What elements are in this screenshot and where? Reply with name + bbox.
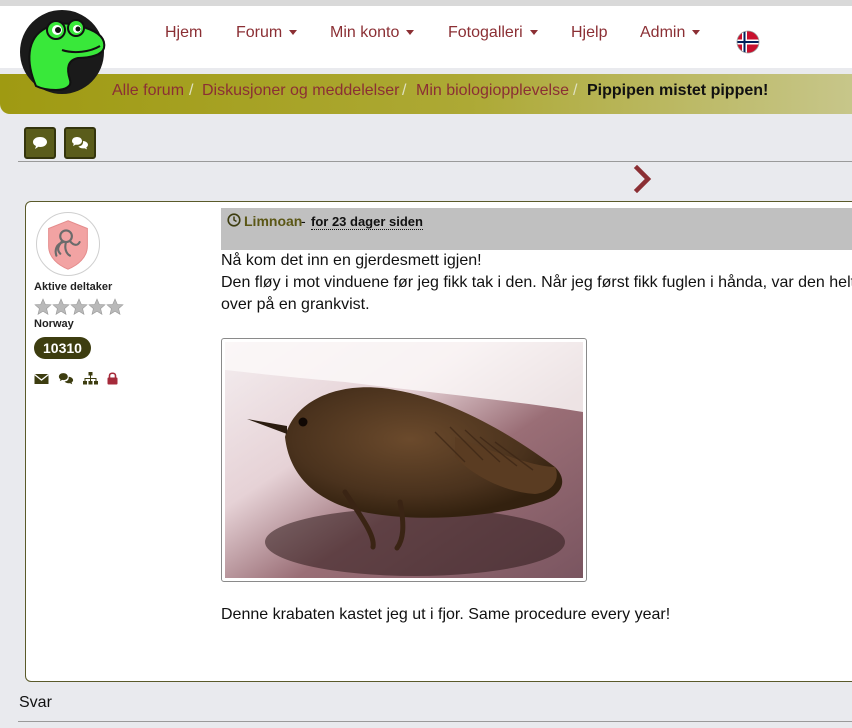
nav-photo-gallery-label: Fotogalleri xyxy=(448,24,523,41)
norway-flag-icon[interactable] xyxy=(736,30,760,54)
chevron-right-icon[interactable] xyxy=(632,165,654,193)
breadcrumb-current-topic: Pippipen mistet pippen! xyxy=(587,82,769,99)
caret-down-icon xyxy=(692,30,701,36)
quote-reply-button[interactable] xyxy=(64,127,96,159)
breadcrumb-discussions[interactable]: Diskusjoner og meddelelser xyxy=(202,82,399,100)
breadcrumb-separator: / xyxy=(402,82,407,99)
breadcrumb: Alle forum / Diskusjoner og meddelelser … xyxy=(0,74,852,114)
comment-icon xyxy=(33,137,47,149)
nav-home[interactable]: Hjem xyxy=(165,24,202,42)
nav-my-account[interactable]: Min konto xyxy=(330,24,415,42)
reply-link[interactable]: Svar xyxy=(19,694,52,712)
post-image-wren[interactable] xyxy=(221,338,587,582)
breadcrumb-all-forums[interactable]: Alle forum xyxy=(112,82,184,100)
user-avatar[interactable] xyxy=(36,212,100,276)
post-line: Den fløy i mot vinduene før jeg fikk tak… xyxy=(221,274,852,291)
post-line: over på en grankvist. xyxy=(221,296,370,313)
main-nav: Hjem Forum Min konto Fotogalleri Hjelp A… xyxy=(0,6,852,68)
caret-down-icon xyxy=(289,30,298,36)
nav-admin[interactable]: Admin xyxy=(640,24,701,42)
comments-icon xyxy=(72,137,88,150)
star-icon xyxy=(70,298,88,315)
nav-forum[interactable]: Forum xyxy=(236,24,298,42)
top-navbar: Hjem Forum Min konto Fotogalleri Hjelp A… xyxy=(0,0,852,68)
comments-icon[interactable] xyxy=(58,372,74,390)
nav-admin-label: Admin xyxy=(640,24,686,41)
breadcrumb-biology-experience[interactable]: Min biologiopplevelse xyxy=(416,82,569,100)
lock-icon[interactable] xyxy=(107,372,118,390)
star-icon xyxy=(52,298,70,315)
sitemap-icon[interactable] xyxy=(83,372,98,390)
star-icon xyxy=(106,298,124,315)
post-header: Limnoan - for 23 dager siden xyxy=(221,208,852,250)
nav-help-label: Hjelp xyxy=(571,24,608,41)
breadcrumb-separator: / xyxy=(573,82,578,99)
rating-stars xyxy=(34,298,124,315)
user-country: Norway xyxy=(34,318,74,330)
post-count-badge: 10310 xyxy=(34,337,91,359)
post-author[interactable]: Limnoan xyxy=(244,213,302,229)
nav-help[interactable]: Hjelp xyxy=(571,24,607,42)
breadcrumb-separator: / xyxy=(189,82,194,99)
site-logo[interactable] xyxy=(16,8,110,94)
divider xyxy=(18,721,852,722)
envelope-icon[interactable] xyxy=(34,372,49,390)
star-icon xyxy=(34,298,52,315)
user-rank: Aktive deltaker xyxy=(34,281,113,293)
wren-photo xyxy=(225,342,583,578)
nav-forum-label: Forum xyxy=(236,24,283,41)
post-caption: Denne krabaten kastet jeg ut i fjor. Sam… xyxy=(221,606,671,623)
post-time[interactable]: for 23 dager siden xyxy=(311,214,423,230)
nav-my-account-label: Min konto xyxy=(330,24,400,41)
caret-down-icon xyxy=(406,30,415,36)
caret-down-icon xyxy=(529,30,538,36)
reply-button[interactable] xyxy=(24,127,56,159)
nav-home-label: Hjem xyxy=(165,24,203,41)
divider xyxy=(18,161,852,162)
post-line: Nå kom det inn en gjerdesmett igjen! xyxy=(221,252,482,269)
nav-photo-gallery[interactable]: Fotogalleri xyxy=(448,24,538,42)
header-dash: - xyxy=(301,213,306,229)
clock-icon xyxy=(227,213,241,227)
star-icon xyxy=(88,298,106,315)
